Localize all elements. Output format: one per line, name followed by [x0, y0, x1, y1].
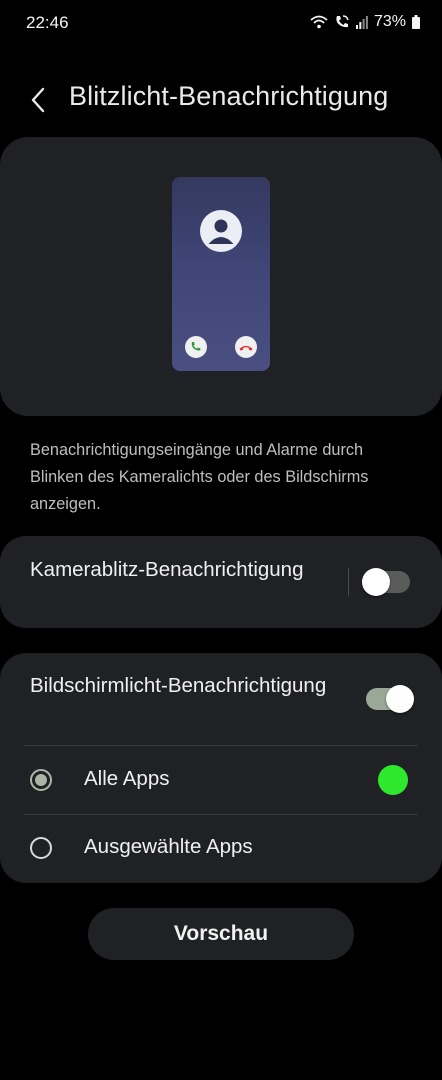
- vertical-divider: [348, 568, 349, 596]
- description-text: Benachrichtigungseingänge und Alarme dur…: [30, 441, 369, 513]
- camera-flash-toggle[interactable]: [362, 568, 410, 596]
- screen-flash-setting: Bildschirmlicht-Benachrichtigung Alle Ap…: [0, 653, 442, 883]
- option-all-apps[interactable]: Alle Apps: [0, 747, 442, 815]
- screen-flash-toggle[interactable]: [366, 685, 414, 713]
- back-button[interactable]: [24, 82, 54, 118]
- battery-text: 73%: [373, 13, 406, 30]
- title-row: Blitzlicht-Benachrichtigung: [0, 78, 442, 122]
- camera-flash-setting[interactable]: Kamerablitz-Benachrichtigung: [0, 536, 442, 628]
- page-title: Blitzlicht-Benachrichtigung: [69, 81, 389, 111]
- status-icons: 73%: [310, 13, 420, 31]
- preview-illustration-card: [0, 137, 442, 416]
- radio-selected-apps[interactable]: [30, 837, 52, 859]
- divider: [24, 745, 418, 746]
- radio-all-apps[interactable]: [30, 769, 52, 791]
- signal-icon: [355, 15, 368, 29]
- option-all-apps-label: Alle Apps: [84, 767, 170, 790]
- preview-button[interactable]: Vorschau: [88, 908, 354, 960]
- phone-illustration: [172, 177, 270, 371]
- toggle-knob: [386, 685, 414, 713]
- camera-flash-label: Kamerablitz-Benachrichtigung: [30, 558, 304, 581]
- screen-flash-label: Bildschirmlicht-Benachrichtigung: [30, 674, 327, 697]
- chevron-left-icon: [31, 87, 45, 113]
- call-decline-icon: [235, 336, 257, 358]
- battery-icon: [412, 15, 420, 29]
- avatar-icon: [200, 210, 242, 252]
- toggle-knob: [362, 568, 390, 596]
- option-selected-apps-label: Ausgewählte Apps: [84, 835, 253, 858]
- status-bar: 22:46 73%: [0, 0, 442, 46]
- option-selected-apps[interactable]: Ausgewählte Apps: [0, 815, 442, 883]
- wifi-icon: [310, 15, 328, 29]
- wifi-call-icon: [334, 14, 350, 30]
- flash-color-button[interactable]: [378, 765, 408, 795]
- status-time: 22:46: [26, 13, 69, 32]
- call-accept-icon: [185, 336, 207, 358]
